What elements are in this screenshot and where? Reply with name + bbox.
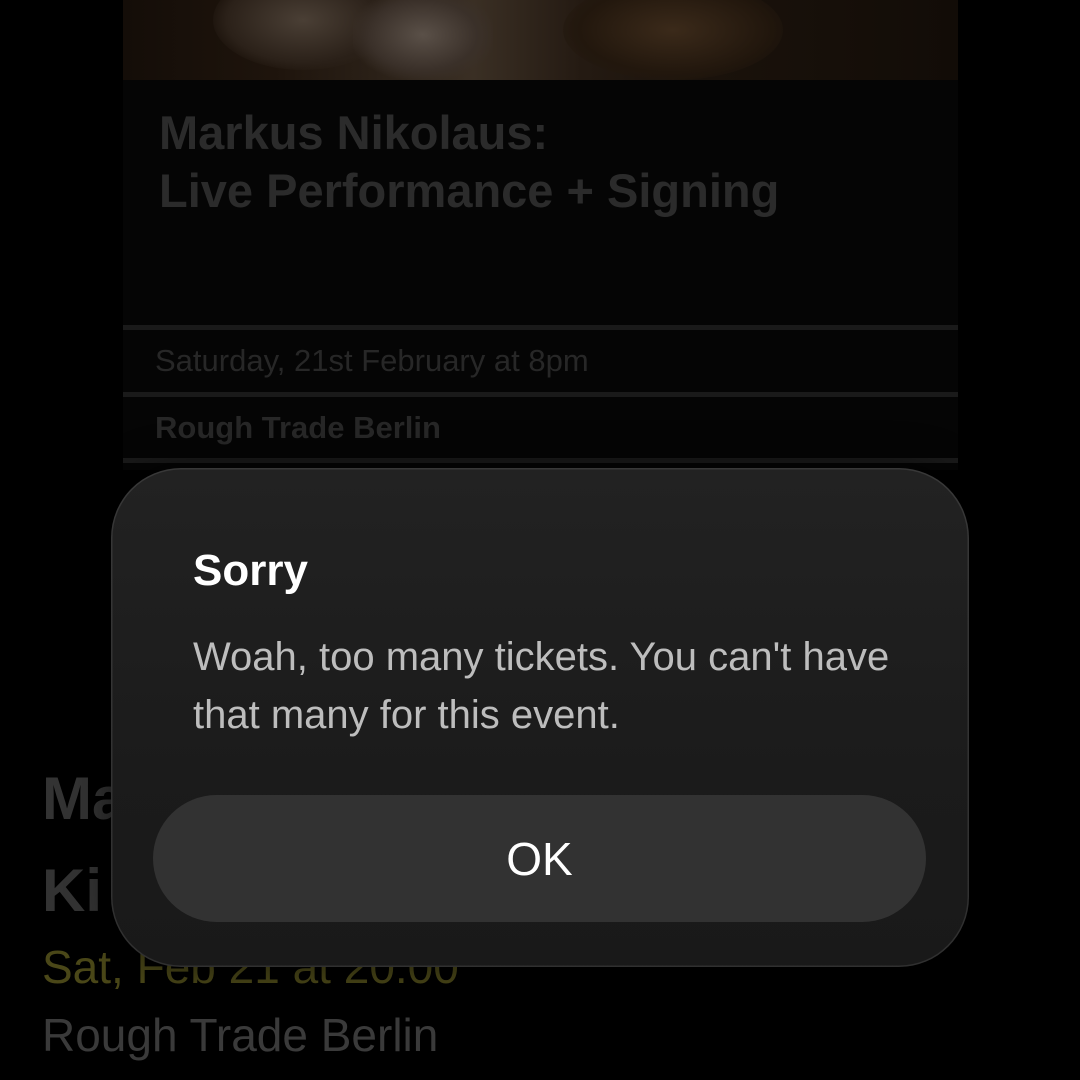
alert-dialog: Sorry Woah, too many tickets. You can't … <box>111 468 969 967</box>
event-date-time: Saturday, 21st February at 8pm <box>155 343 589 378</box>
event-image <box>123 0 958 80</box>
list-item-title-line2: Ki <box>42 857 102 924</box>
event-title: Markus Nikolaus: Live Performance + Sign… <box>159 104 779 220</box>
alert-title: Sorry <box>193 546 308 595</box>
event-title-line2: Live Performance + Signing <box>159 164 780 217</box>
event-title-line1: Markus Nikolaus: <box>159 106 549 159</box>
event-venue: Rough Trade Berlin <box>155 410 441 445</box>
ok-button[interactable]: OK <box>153 795 926 922</box>
divider <box>123 392 958 397</box>
divider <box>123 458 958 463</box>
screen: Markus Nikolaus: Live Performance + Sign… <box>0 0 1080 1080</box>
event-card: Markus Nikolaus: Live Performance + Sign… <box>123 0 958 470</box>
divider <box>123 325 958 330</box>
alert-message: Woah, too many tickets. You can't have t… <box>193 635 890 737</box>
list-item-venue: Rough Trade Berlin <box>42 1009 439 1061</box>
